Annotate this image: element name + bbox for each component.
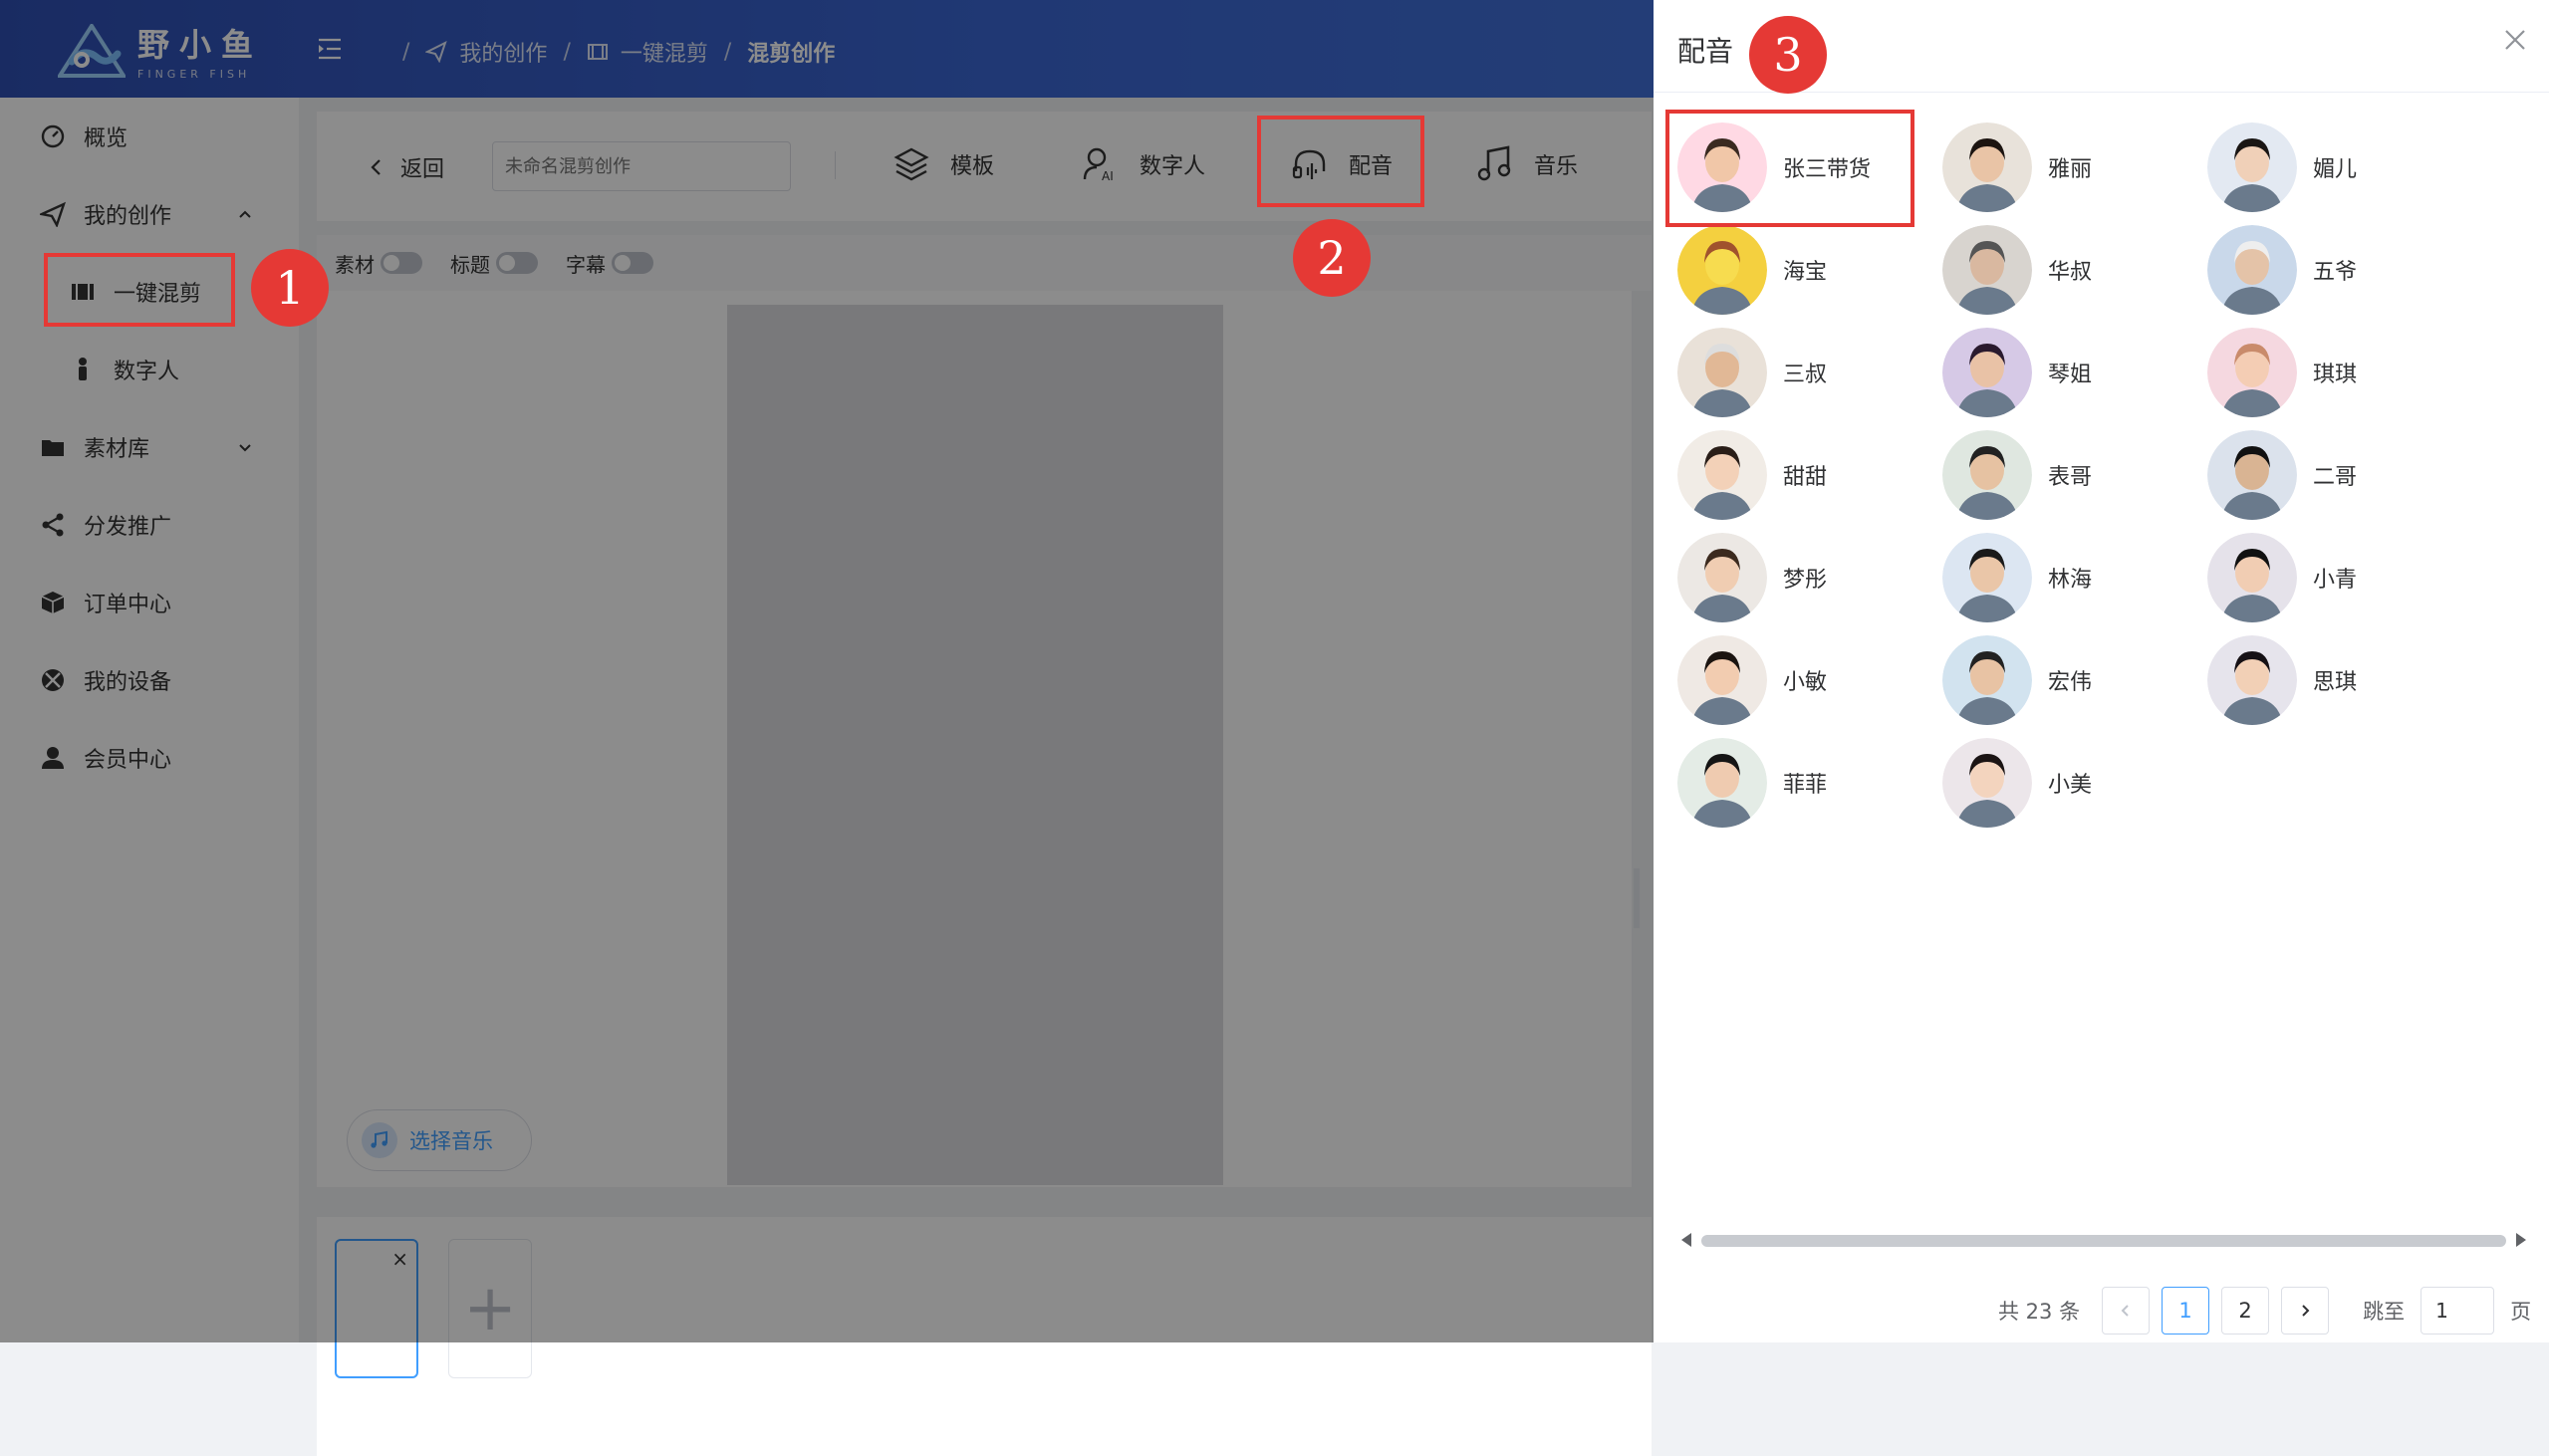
- voiceover-drawer: 配音 张三带货 雅丽 媚儿 海宝 华叔 五爷 三叔 琴姐 琪琪 甜甜 表哥 二哥 梦彤 林海 小青 小敏 宏伟思…: [1654, 0, 2549, 1342]
- voice-name: 甜甜: [1783, 465, 1828, 490]
- scroll-left-icon[interactable]: [1681, 1233, 1691, 1247]
- voice-option[interactable]: 海宝: [1677, 224, 1946, 316]
- voice-name: 琪琪: [2313, 363, 2358, 387]
- voice-avatar: [2207, 430, 2297, 520]
- annotation-number-3: 3: [1749, 16, 1827, 94]
- voice-name: 海宝: [1783, 260, 1828, 285]
- voice-option[interactable]: 华叔: [1942, 224, 2211, 316]
- voice-option[interactable]: 小青: [2207, 532, 2476, 623]
- page-2-button[interactable]: 2: [2221, 1287, 2270, 1335]
- voice-avatar: [1677, 225, 1767, 315]
- voice-option[interactable]: 梦彤: [1677, 532, 1946, 623]
- annotation-number-1: 1: [251, 249, 329, 327]
- chevron-left-icon: [2121, 1305, 2129, 1317]
- voice-avatar: [2207, 122, 2297, 212]
- voice-avatar: [1942, 430, 2032, 520]
- page-suffix: 页: [2510, 1300, 2532, 1324]
- voice-option[interactable]: 琪琪: [2207, 327, 2476, 418]
- pagination: 共 23 条 1 2 跳至 页: [1998, 1287, 2531, 1335]
- voice-option[interactable]: 媚儿: [2207, 121, 2476, 213]
- voice-name: 梦彤: [1783, 568, 1828, 593]
- voice-avatar: [1942, 225, 2032, 315]
- voice-name: 五爷: [2313, 260, 2358, 285]
- annotation-number-2: 2: [1293, 219, 1371, 297]
- voice-name: 小敏: [1783, 670, 1828, 695]
- voice-name: 雅丽: [2048, 157, 2093, 182]
- annotation-box-2: [1257, 116, 1424, 207]
- voice-avatar: [1677, 635, 1767, 725]
- voice-name: 宏伟: [2048, 670, 2093, 695]
- voice-option[interactable]: 雅丽: [1942, 121, 2211, 213]
- voice-avatar: [1942, 328, 2032, 417]
- voice-option[interactable]: 表哥: [1942, 429, 2211, 521]
- close-icon[interactable]: [2501, 26, 2529, 54]
- voice-name: 表哥: [2048, 465, 2093, 490]
- voice-avatar: [1942, 533, 2032, 622]
- voice-name: 林海: [2048, 568, 2093, 593]
- voice-name: 小青: [2313, 568, 2358, 593]
- voice-avatar: [1677, 533, 1767, 622]
- voice-name: 小美: [2048, 773, 2093, 798]
- voice-name: 菲菲: [1783, 773, 1828, 798]
- voice-avatar: [2207, 635, 2297, 725]
- voice-name: 三叔: [1783, 363, 1828, 387]
- voice-name: 二哥: [2313, 465, 2358, 490]
- voice-avatar: [2207, 328, 2297, 417]
- jump-label: 跳至: [2363, 1300, 2406, 1324]
- voice-option[interactable]: 甜甜: [1677, 429, 1946, 521]
- scroll-right-icon[interactable]: [2516, 1233, 2526, 1247]
- voice-name: 思琪: [2313, 670, 2358, 695]
- voice-option[interactable]: 小美: [1942, 737, 2211, 829]
- jump-page-input[interactable]: [2421, 1287, 2495, 1335]
- voice-name: 琴姐: [2048, 363, 2093, 387]
- scrollbar-thumb[interactable]: [1701, 1235, 2506, 1247]
- voice-avatar: [2207, 225, 2297, 315]
- voice-option[interactable]: 菲菲: [1677, 737, 1946, 829]
- annotation-box-3: [1665, 110, 1914, 227]
- voice-name: 媚儿: [2313, 157, 2358, 182]
- page-1-button[interactable]: 1: [2162, 1287, 2210, 1335]
- chevron-right-icon: [2302, 1305, 2310, 1317]
- voice-avatar: [1942, 122, 2032, 212]
- voice-avatar: [1942, 738, 2032, 828]
- next-page-button[interactable]: [2281, 1287, 2330, 1335]
- voice-avatar: [1942, 635, 2032, 725]
- total-count: 共 23 条: [1998, 1300, 2081, 1324]
- voice-option[interactable]: 三叔: [1677, 327, 1946, 418]
- drawer-title: 配音: [1677, 35, 1734, 68]
- voice-avatar: [2207, 533, 2297, 622]
- prev-page-button[interactable]: [2102, 1287, 2151, 1335]
- voice-avatar: [1677, 430, 1767, 520]
- voice-option[interactable]: 二哥: [2207, 429, 2476, 521]
- voice-avatar: [1677, 738, 1767, 828]
- voice-option[interactable]: 林海: [1942, 532, 2211, 623]
- voice-option[interactable]: 琴姐: [1942, 327, 2211, 418]
- voice-option[interactable]: 思琪: [2207, 634, 2476, 726]
- voice-avatar: [1677, 328, 1767, 417]
- voice-name: 华叔: [2048, 260, 2093, 285]
- voice-option[interactable]: 五爷: [2207, 224, 2476, 316]
- annotation-box-1: [44, 253, 235, 327]
- voice-option[interactable]: 小敏: [1677, 634, 1946, 726]
- horizontal-scrollbar[interactable]: [1681, 1231, 2526, 1249]
- voice-option[interactable]: 宏伟: [1942, 634, 2211, 726]
